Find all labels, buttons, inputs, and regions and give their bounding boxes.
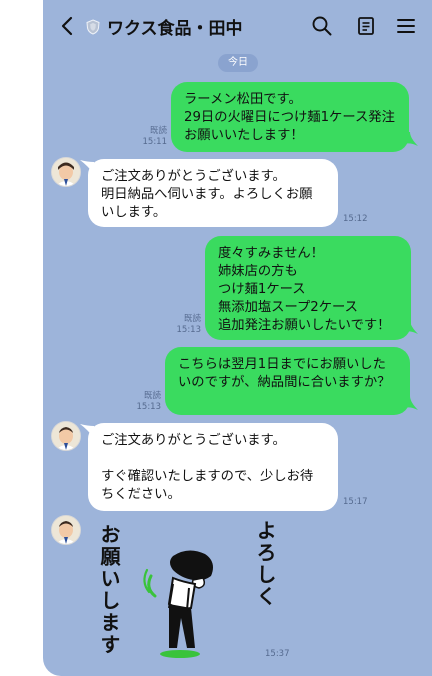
read-receipt: 既読 15:13: [136, 391, 162, 412]
shield-icon: [86, 18, 100, 35]
read-receipt: 既読 15:11: [142, 126, 168, 147]
sticker-text-right: よろしく: [253, 520, 277, 608]
outgoing-message[interactable]: こちらは翌月1日までにお願いしたいのですが、納品間に合いますか？: [165, 347, 410, 415]
outgoing-message[interactable]: 度々すみません！ 姉妹店の方も つけ麺1ケース 無添加塩スープ2ケース 追加発注…: [205, 236, 411, 340]
message-time: 15:37: [265, 649, 290, 659]
date-chip: 今日: [218, 54, 258, 72]
chat-screen: ワクス食品・田中 今日 ラーメン松田です。 29日の火曜日につけ麺1ケース発注お…: [43, 0, 432, 676]
avatar[interactable]: [51, 421, 81, 451]
avatar-image: [52, 516, 80, 544]
incoming-message[interactable]: ご注文ありがとうございます。 すぐ確認いたしますので、少しお待ちください。: [88, 423, 338, 511]
bowing-person-illustration: [143, 550, 213, 658]
message-time: 15:12: [343, 214, 368, 224]
avatar[interactable]: [51, 157, 81, 187]
bubble-tail: [404, 396, 418, 410]
message-time: 15:17: [343, 497, 368, 507]
notes-icon[interactable]: [354, 14, 378, 38]
bubble-tail: [404, 320, 418, 334]
bubble-tail: [404, 132, 418, 146]
sticker-message[interactable]: お願いします よろしく 15:37: [91, 518, 290, 663]
outgoing-message[interactable]: ラーメン松田です。 29日の火曜日につけ麺1ケース発注お願いいたします！: [171, 82, 409, 152]
incoming-message[interactable]: ご注文ありがとうございます。 明日納品へ伺います。よろしくお願いします。: [88, 159, 338, 227]
bubble-tail: [80, 160, 94, 174]
read-receipt: 既読 15:13: [176, 314, 202, 335]
bubble-tail: [80, 424, 94, 438]
chat-header: ワクス食品・田中: [43, 0, 432, 52]
menu-icon[interactable]: [394, 14, 418, 38]
avatar[interactable]: [51, 515, 81, 545]
avatar-image: [52, 158, 80, 186]
chat-title: ワクス食品・田中: [107, 19, 243, 39]
search-icon[interactable]: [310, 14, 334, 38]
avatar-image: [52, 422, 80, 450]
chat-title-wrap[interactable]: ワクス食品・田中: [85, 14, 243, 39]
sticker-text-left: お願いします: [97, 524, 121, 656]
back-arrow-icon[interactable]: [58, 15, 76, 37]
